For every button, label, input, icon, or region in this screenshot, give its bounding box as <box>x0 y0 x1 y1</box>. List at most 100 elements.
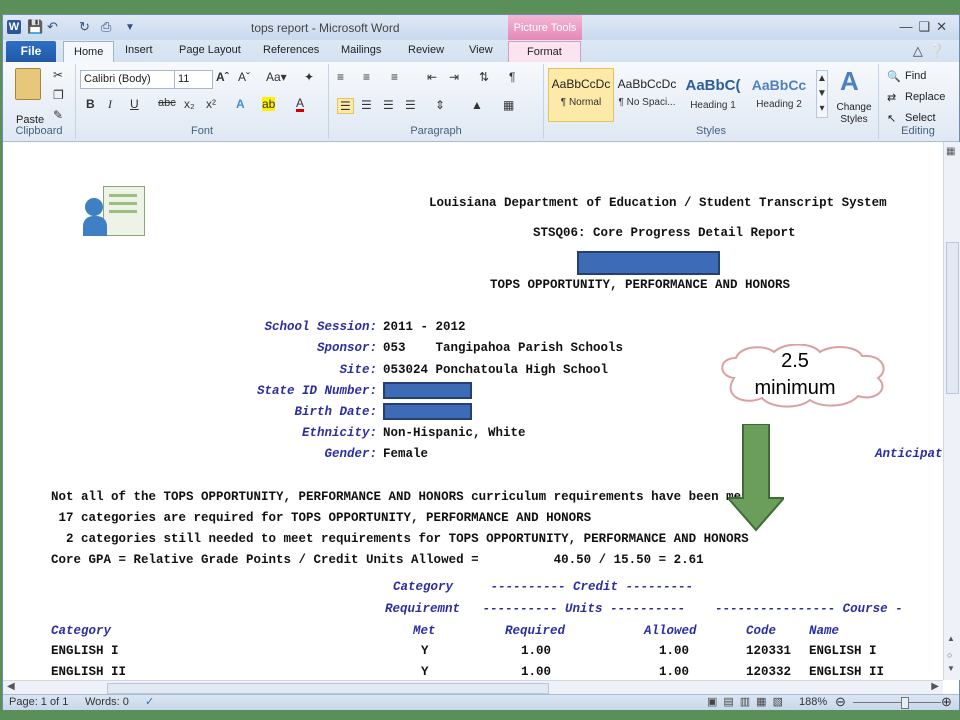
select-button[interactable]: Select <box>905 112 936 124</box>
grow-font-icon[interactable]: Aˆ <box>216 70 229 84</box>
show-formatting-icon[interactable]: ¶ <box>509 70 515 84</box>
view-ruler-icon[interactable]: ▦ <box>946 146 955 157</box>
bold-button[interactable]: B <box>86 97 95 111</box>
document-area[interactable]: Louisiana Department of Education / Stud… <box>3 142 943 680</box>
field-value-session: 2011 - 2012 <box>383 320 466 334</box>
proofing-icon[interactable]: ✓ <box>145 695 154 708</box>
bullets-icon[interactable]: ≡ <box>337 70 344 84</box>
justify-icon[interactable]: ☰ <box>405 98 416 112</box>
undo-icon[interactable]: ↶ <box>47 19 58 35</box>
prev-page-icon[interactable]: ▲ <box>947 634 955 643</box>
superscript-button[interactable]: x² <box>206 97 216 111</box>
scroll-right-icon[interactable]: ▶ <box>931 681 939 692</box>
field-label-birth-date: Birth Date: <box>294 405 377 419</box>
col-header-required: Required <box>505 624 566 638</box>
zoom-level[interactable]: 188% <box>799 696 827 708</box>
multilevel-list-icon[interactable]: ≡ <box>391 70 398 84</box>
font-size-select[interactable]: 11 <box>174 70 213 89</box>
style-heading-1[interactable]: AaBbC( Heading 1 <box>680 68 746 122</box>
replace-icon[interactable]: ⇄ <box>887 91 896 104</box>
field-value-sponsor: 053 Tangipahoa Parish Schools <box>383 341 624 355</box>
vertical-scrollbar[interactable]: ▦ ▲ ○ ▼ <box>943 142 960 680</box>
align-left-icon[interactable]: ☰ <box>337 98 354 114</box>
table-header-top-1: Category ---------- Credit --------- <box>393 580 694 594</box>
tab-home[interactable]: Home <box>63 41 115 63</box>
italic-button[interactable]: I <box>108 97 112 112</box>
tab-file[interactable]: File <box>6 41 56 62</box>
help-icon[interactable]: △❔ <box>913 43 951 59</box>
tab-references[interactable]: References <box>263 44 319 56</box>
zoom-in-icon[interactable]: ⊕ <box>941 694 952 710</box>
decrease-indent-icon[interactable]: ⇤ <box>427 70 437 84</box>
tab-mailings[interactable]: Mailings <box>341 44 381 56</box>
shading-icon[interactable]: ▲ <box>471 98 483 112</box>
browse-object-icon[interactable]: ○ <box>947 650 952 660</box>
report-program: TOPS OPPORTUNITY, PERFORMANCE AND HONORS <box>490 278 791 292</box>
strikethrough-button[interactable]: abc <box>158 97 176 109</box>
highlight-icon[interactable]: ab <box>262 97 276 111</box>
tab-insert[interactable]: Insert <box>125 44 153 56</box>
align-center-icon[interactable]: ☰ <box>361 98 372 112</box>
style-normal[interactable]: AaBbCcDc ¶ Normal <box>548 68 614 122</box>
zoom-out-icon[interactable]: ⊖ <box>835 694 846 710</box>
picture-tools-context: Picture Tools <box>508 15 582 40</box>
customize-qat-icon[interactable]: ▼ <box>125 22 135 33</box>
sort-icon[interactable]: ⇅ <box>479 70 489 84</box>
word-count[interactable]: Words: 0 <box>85 696 129 708</box>
borders-icon[interactable]: ▦ <box>503 98 514 112</box>
report-logo-image[interactable] <box>83 186 145 238</box>
print-icon[interactable]: ⎙ <box>101 19 111 35</box>
style-no-spacing[interactable]: AaBbCcDc ¶ No Spaci... <box>614 68 680 122</box>
save-icon[interactable]: 💾 <box>27 19 43 35</box>
format-painter-icon[interactable]: ✎ <box>53 108 63 122</box>
col-header-met: Met <box>413 624 436 638</box>
scroll-left-icon[interactable]: ◀ <box>7 681 15 692</box>
find-button[interactable]: Find <box>905 70 926 82</box>
find-icon[interactable]: 🔍 <box>887 70 901 83</box>
editing-label: Editing <box>901 125 935 137</box>
vertical-scroll-thumb[interactable] <box>946 242 959 394</box>
align-right-icon[interactable]: ☰ <box>383 98 394 112</box>
tab-format[interactable]: Format <box>508 41 581 63</box>
zoom-slider-thumb[interactable] <box>901 697 909 709</box>
word-app-icon[interactable]: W <box>7 20 21 34</box>
shrink-font-icon[interactable]: Aˇ <box>238 70 250 84</box>
row-2-code: 120332 <box>746 665 792 679</box>
font-color-icon[interactable]: A <box>296 97 305 112</box>
line-spacing-icon[interactable]: ⇕ <box>435 98 445 112</box>
row-1-allowed: 1.00 <box>659 644 690 658</box>
redo-icon[interactable]: ↻ <box>79 19 90 35</box>
summary-line-2: 17 categories are required for TOPS OPPO… <box>51 511 592 525</box>
cut-icon[interactable]: ✂ <box>53 68 63 82</box>
tab-page-layout[interactable]: Page Layout <box>179 44 241 56</box>
select-icon[interactable]: ↖ <box>887 112 896 125</box>
replace-button[interactable]: Replace <box>905 91 945 103</box>
underline-button[interactable]: U <box>130 97 139 111</box>
page-count[interactable]: Page: 1 of 1 <box>9 696 68 708</box>
view-buttons[interactable]: ▣▤▥▦▧ <box>707 695 789 708</box>
change-styles-button[interactable]: Change Styles <box>834 102 874 126</box>
tab-review[interactable]: Review <box>408 44 444 56</box>
next-page-icon[interactable]: ▼ <box>947 664 955 673</box>
tab-view[interactable]: View <box>469 44 493 56</box>
horizontal-scroll-thumb[interactable] <box>107 683 549 694</box>
row-2-category: ENGLISH II <box>51 665 127 679</box>
subscript-button[interactable]: x₂ <box>184 97 195 111</box>
copy-icon[interactable]: ❐ <box>53 88 64 102</box>
numbering-icon[interactable]: ≡ <box>363 70 370 84</box>
paragraph-group: ≡ ≡ ≡ ⇤ ⇥ ⇅ ¶ ☰ ☰ ☰ ☰ ⇕ ▲ ▦ Paragraph <box>329 64 544 139</box>
paste-icon[interactable] <box>15 68 41 100</box>
font-family-select[interactable]: Calibri (Body) <box>80 70 175 89</box>
text-effects-icon[interactable]: A <box>236 97 245 111</box>
increase-indent-icon[interactable]: ⇥ <box>449 70 459 84</box>
clear-formatting-icon[interactable]: ✦ <box>304 70 314 84</box>
window-controls[interactable]: —❑✕ <box>899 19 953 35</box>
horizontal-scrollbar[interactable]: ◀ ▶ <box>3 680 943 695</box>
change-case-icon[interactable]: Aa▾ <box>266 70 287 84</box>
change-styles-icon[interactable]: A <box>840 66 859 97</box>
row-2-name: ENGLISH II <box>809 665 885 679</box>
styles-scroll-icon[interactable]: ▲ ▼ ▾ <box>816 70 828 118</box>
style-heading-2[interactable]: AaBbCc Heading 2 <box>746 68 812 122</box>
zoom-slider[interactable] <box>853 702 941 703</box>
status-bar: Page: 1 of 1 Words: 0 ✓ ▣▤▥▦▧ 188% ⊖ ⊕ <box>3 694 959 710</box>
